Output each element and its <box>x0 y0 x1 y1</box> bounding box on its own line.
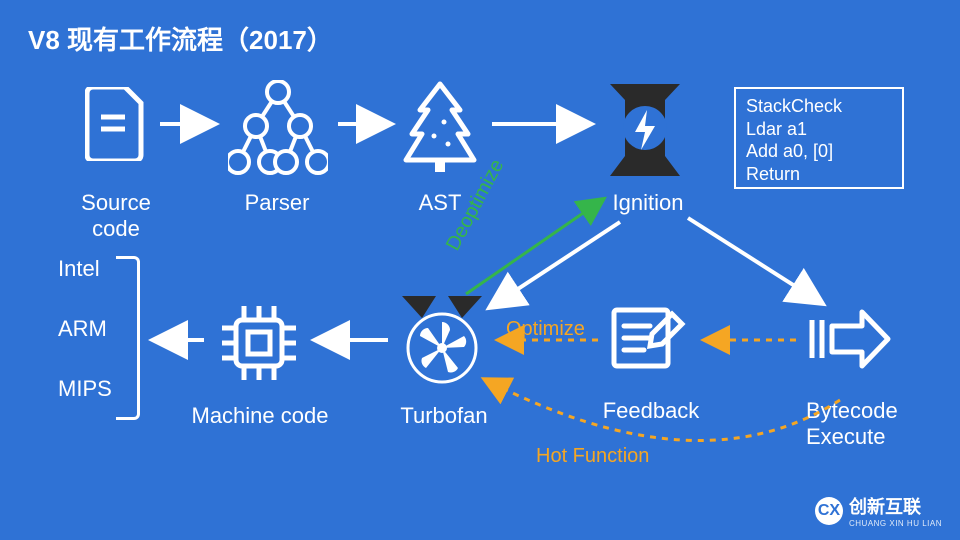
footer-brand-zh: 创新互联 <box>849 497 921 517</box>
footer-logo: CX 创新互联 CHUANG XIN HU LIAN <box>815 493 942 528</box>
hot-function-annotation: Hot Function <box>536 445 649 468</box>
optimize-annotation: Optimize <box>506 318 585 341</box>
arrows-overlay <box>0 0 960 540</box>
footer-mark-icon: CX <box>815 497 843 525</box>
footer-brand-en: CHUANG XIN HU LIAN <box>849 519 942 528</box>
